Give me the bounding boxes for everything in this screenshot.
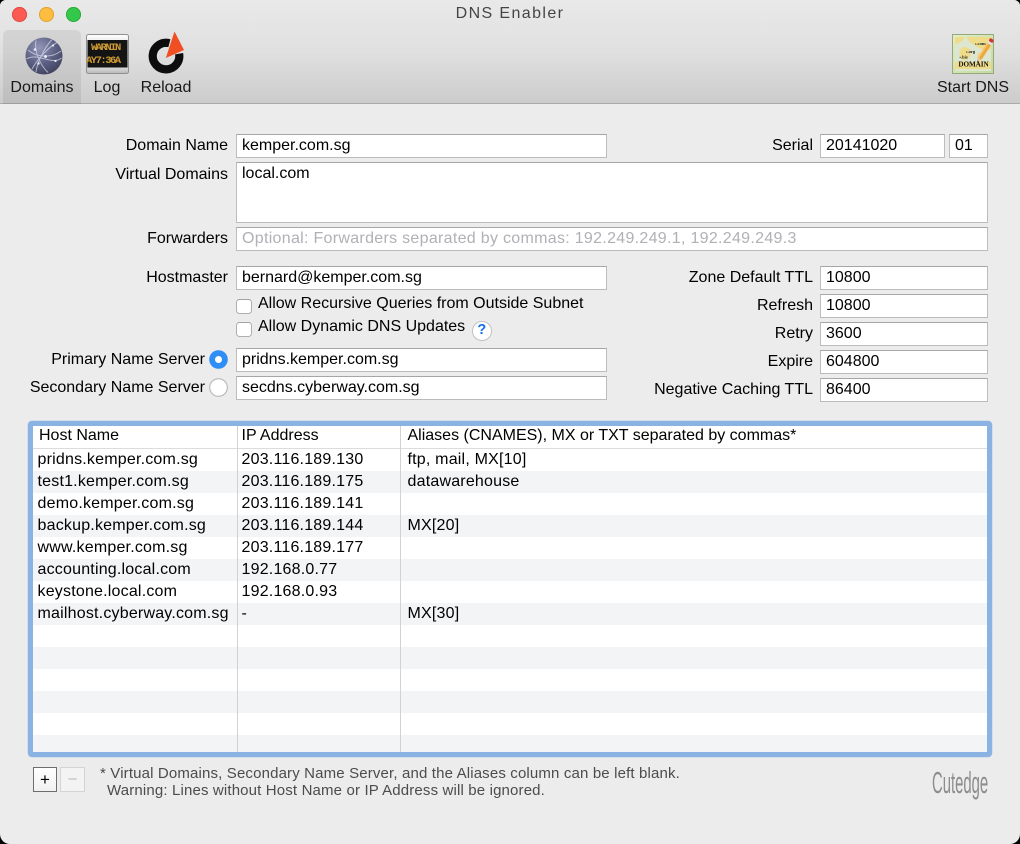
svg-text:AY7:36A: AY7:36A bbox=[86, 55, 122, 67]
svg-text:WARNIN: WARNIN bbox=[91, 42, 121, 54]
svg-text:.com: .com bbox=[977, 41, 986, 46]
svg-text:.org: .org bbox=[968, 49, 976, 54]
svg-text:.biz: .biz bbox=[961, 54, 968, 59]
svg-text:DOMAIN: DOMAIN bbox=[958, 61, 989, 69]
